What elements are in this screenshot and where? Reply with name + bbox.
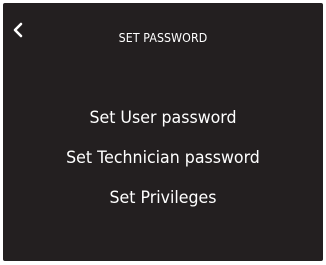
password-menu: Set User password Set Technician passwor… <box>3 98 323 218</box>
set-privileges-item[interactable]: Set Privileges <box>14 178 312 218</box>
page-title: SET PASSWORD <box>118 31 208 45</box>
device-screen: SET PASSWORD Set User password Set Techn… <box>3 3 323 261</box>
set-technician-password-item[interactable]: Set Technician password <box>14 138 312 178</box>
set-user-password-item[interactable]: Set User password <box>14 98 312 138</box>
